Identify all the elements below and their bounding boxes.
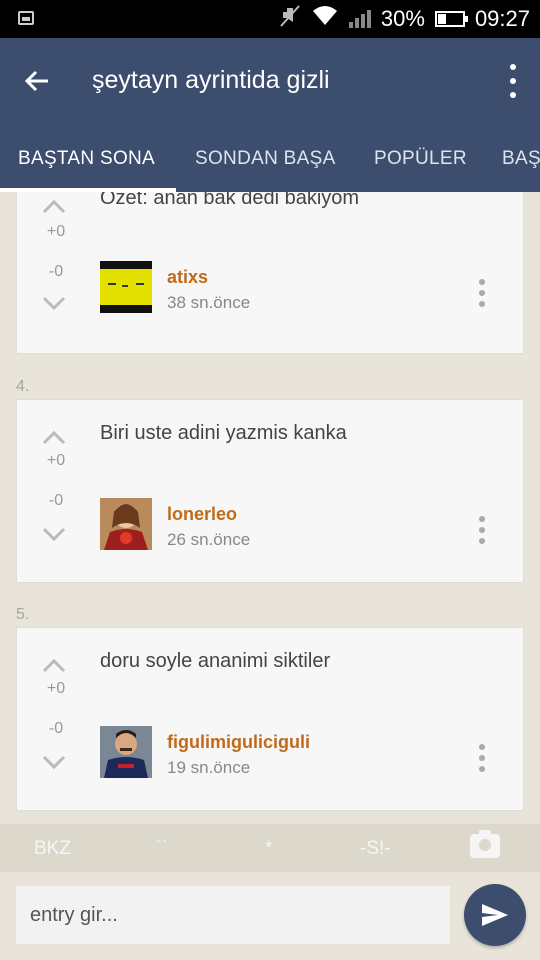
backtick-button[interactable]: `` <box>155 838 168 860</box>
upvote-chevron-icon[interactable] <box>39 652 69 673</box>
wifi-icon <box>311 5 339 33</box>
signal-icon <box>348 8 371 30</box>
upvote-score: +0 <box>46 680 66 697</box>
back-arrow-icon[interactable] <box>22 60 62 100</box>
author-name[interactable]: lonerleo <box>167 504 237 525</box>
author-name[interactable]: figulimiguliciguli <box>167 732 310 753</box>
battery-percent: 30% <box>380 6 425 31</box>
entry-text: Özet: anan bak dedi bakiyom <box>100 192 360 209</box>
send-icon <box>482 904 508 926</box>
entry-time: 38 sn.önce <box>167 293 251 312</box>
entry-card: +0 Özet: anan bak dedi bakiyom -0 atixs … <box>16 192 524 354</box>
spoiler-button[interactable]: -S!- <box>360 838 391 860</box>
tab-bar: BAŞTAN SONA SONDAN BAŞA POPÜLER BAŞ <box>0 138 540 192</box>
entry-text: doru soyle ananimi siktiler <box>100 650 331 672</box>
downvote-chevron-icon[interactable] <box>39 522 69 542</box>
mute-icon <box>279 4 301 34</box>
tab-populer[interactable]: POPÜLER <box>374 148 467 170</box>
entry-input[interactable] <box>16 886 450 944</box>
entry-more-icon[interactable] <box>479 516 487 544</box>
entry-list[interactable]: +0 Özet: anan bak dedi bakiyom -0 atixs … <box>0 192 540 824</box>
battery-icon <box>434 11 468 27</box>
entry-more-icon[interactable] <box>479 744 487 772</box>
author-name[interactable]: atixs <box>167 267 208 288</box>
clock: 09:27 <box>474 6 530 31</box>
entry-number: 4. <box>16 378 30 395</box>
upvote-chevron-icon[interactable] <box>39 424 69 445</box>
upvote-chevron-icon[interactable] <box>39 193 69 214</box>
format-toolbar: BKZ `` * -S!- <box>0 824 540 872</box>
gallery-notification-icon <box>18 11 34 25</box>
entry-more-icon[interactable] <box>479 279 487 307</box>
avatar[interactable] <box>100 261 152 313</box>
downvote-chevron-icon[interactable] <box>39 291 69 311</box>
entry-card: +0 doru soyle ananimi siktiler -0 figuli… <box>16 627 524 811</box>
entry-time: 26 sn.önce <box>167 530 251 549</box>
tab-bas[interactable]: BAŞ <box>502 148 540 170</box>
downvote-score: -0 <box>48 492 64 509</box>
downvote-score: -0 <box>48 720 64 737</box>
tab-sondan-basa[interactable]: SONDAN BAŞA <box>195 148 336 170</box>
compose-bar <box>0 872 540 960</box>
tab-bastan-sona[interactable]: BAŞTAN SONA <box>18 148 155 170</box>
entry-time: 19 sn.önce <box>167 758 251 777</box>
bkz-button[interactable]: BKZ <box>34 838 71 860</box>
camera-icon[interactable] <box>470 830 500 858</box>
overflow-menu-icon[interactable] <box>506 64 520 98</box>
app-bar: şeytayn ayrintida gizli BAŞTAN SONA SOND… <box>0 38 540 192</box>
avatar[interactable] <box>100 726 152 778</box>
status-bar: 30% 09:27 <box>0 0 540 38</box>
page-title: şeytayn ayrintida gizli <box>92 66 330 94</box>
entry-card: +0 Biri uste adini yazmis kanka -0 loner… <box>16 399 524 583</box>
upvote-score: +0 <box>46 452 66 469</box>
avatar[interactable] <box>100 498 152 550</box>
star-button[interactable]: * <box>265 838 272 860</box>
upvote-score: +0 <box>46 223 66 240</box>
send-button[interactable] <box>464 884 526 946</box>
entry-text: Biri uste adini yazmis kanka <box>100 422 347 444</box>
downvote-chevron-icon[interactable] <box>39 750 69 770</box>
downvote-score: -0 <box>48 263 64 280</box>
entry-number: 5. <box>16 606 30 623</box>
